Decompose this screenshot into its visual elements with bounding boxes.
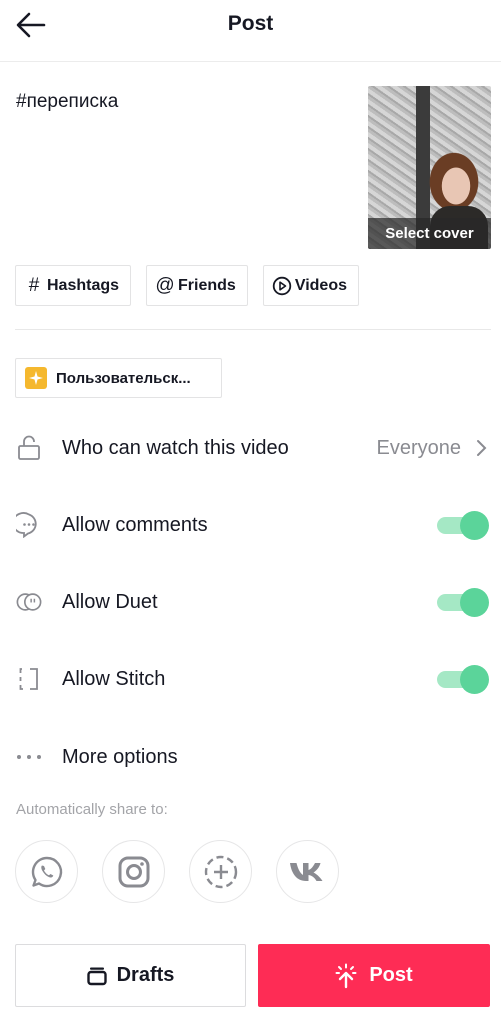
friends-chip-label: Friends xyxy=(178,276,236,294)
videos-chip[interactable]: Videos xyxy=(262,265,359,306)
vk-icon xyxy=(289,862,322,881)
who-can-watch-value: Everyone xyxy=(376,436,462,459)
more-options-row[interactable]: More options xyxy=(0,732,501,782)
more-dots-icon xyxy=(16,744,42,770)
header: Post xyxy=(0,0,501,62)
who-can-watch-label: Who can watch this video xyxy=(62,436,289,459)
page-title: Post xyxy=(227,12,274,35)
effect-sparkle-icon xyxy=(25,367,47,389)
allow-stitch-toggle[interactable] xyxy=(437,664,489,694)
post-label: Post xyxy=(369,964,413,986)
videos-chip-label: Videos xyxy=(294,276,347,294)
stitch-icon xyxy=(16,666,42,692)
whatsapp-icon xyxy=(31,856,62,887)
drafts-button[interactable]: Drafts xyxy=(15,944,246,1007)
drafts-label: Drafts xyxy=(116,964,175,986)
caption-input[interactable]: #переписка xyxy=(16,91,118,113)
toggle-knob xyxy=(460,665,489,694)
allow-duet-toggle[interactable] xyxy=(437,587,489,617)
hashtags-chip[interactable]: # Hashtags xyxy=(15,265,132,306)
allow-comments-toggle[interactable] xyxy=(437,510,489,540)
comment-icon xyxy=(16,512,42,538)
drafts-icon xyxy=(86,967,107,985)
toggle-knob xyxy=(460,511,489,540)
effect-chip[interactable]: Пользовательск... xyxy=(15,358,222,398)
allow-comments-row: Allow comments xyxy=(0,500,501,550)
allow-duet-label: Allow Duet xyxy=(62,590,158,613)
at-icon: @ xyxy=(155,274,175,296)
add-story-icon xyxy=(204,855,237,888)
select-cover-label: Select cover xyxy=(368,218,491,249)
share-vk-button[interactable] xyxy=(276,840,339,903)
hashtag-icon: # xyxy=(28,274,40,296)
share-instagram-button[interactable] xyxy=(102,840,165,903)
share-story-button[interactable] xyxy=(189,840,252,903)
instagram-icon xyxy=(118,856,149,887)
divider xyxy=(15,329,491,330)
share-whatsapp-button[interactable] xyxy=(15,840,78,903)
unlock-icon xyxy=(16,435,42,461)
allow-stitch-label: Allow Stitch xyxy=(62,667,166,690)
post-button[interactable]: Post xyxy=(258,944,490,1007)
caption-chips: # Hashtags @ Friends Videos xyxy=(15,265,359,306)
more-options-label: More options xyxy=(62,745,178,768)
chevron-right-icon xyxy=(473,438,489,458)
who-can-watch-row[interactable]: Who can watch this video Everyone xyxy=(0,423,501,473)
post-sparkle-arrow-icon xyxy=(335,963,357,988)
toggle-knob xyxy=(460,588,489,617)
bottom-actions: Drafts Post xyxy=(15,944,490,1007)
play-circle-icon xyxy=(272,276,292,296)
duet-icon xyxy=(16,589,42,615)
allow-comments-label: Allow comments xyxy=(62,513,208,536)
allow-stitch-row: Allow Stitch xyxy=(0,654,501,704)
share-label: Automatically share to: xyxy=(16,801,168,818)
allow-duet-row: Allow Duet xyxy=(0,577,501,627)
share-targets xyxy=(15,840,339,903)
effect-label: Пользовательск... xyxy=(56,369,191,387)
hashtags-chip-label: Hashtags xyxy=(47,276,120,294)
cover-thumbnail[interactable]: Select cover xyxy=(368,86,491,249)
friends-chip[interactable]: @ Friends xyxy=(146,265,248,306)
